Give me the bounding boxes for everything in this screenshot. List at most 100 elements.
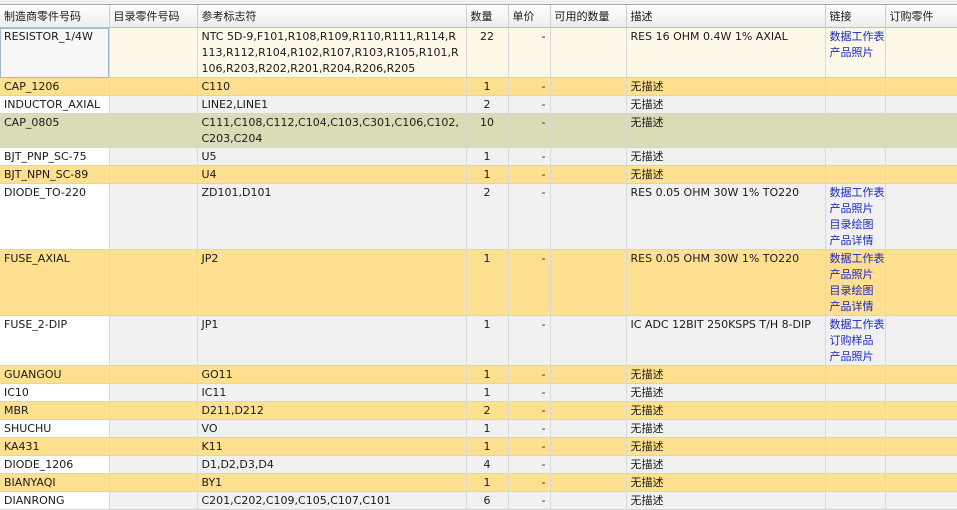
cell-mfr-part[interactable]: DIODE_TO-220 [0,183,110,250]
col-header-order-part[interactable]: 订购零件 [885,5,957,28]
cell-order-part [885,383,957,402]
cell-available [550,401,627,420]
cell-catalog-part [109,249,198,316]
cell-mfr-part[interactable]: KA431 [0,437,110,456]
table-row[interactable]: DIANRONG C201,C202,C109,C105,C107,C101 6- 无… [0,491,957,510]
table-row[interactable]: KA431 K11 1- 无描述 [0,437,957,456]
cell-links [825,419,886,438]
link-item[interactable]: 数据工作表 [830,251,885,267]
cell-mfr-part[interactable]: RESISTOR_1/4W [0,27,110,78]
link-item[interactable]: 产品详情 [830,299,881,315]
table-row[interactable]: MBR D211,D212 2- 无描述 [0,401,957,420]
col-header-unit-price[interactable]: 单价 [508,5,551,28]
col-header-catalog-part[interactable]: 目录零件号码 [109,5,198,28]
cell-qty: 1 [466,473,509,492]
cell-mfr-part[interactable]: BJT_PNP_SC-75 [0,147,110,166]
cell-ref-des: C110 [197,77,467,96]
cell-order-part [885,249,957,316]
cell-catalog-part [109,315,198,366]
cell-links [825,437,886,456]
table-row[interactable]: RESISTOR_1/4W NTC 5D-9,F101,R108,R109,R11… [0,27,957,78]
cell-description: RES 0.05 OHM 30W 1% TO220 [626,183,826,250]
table-row[interactable]: FUSE_2-DIP JP1 1- IC ADC 12BIT 250KSPS T/H … [0,315,957,366]
link-item[interactable]: 产品照片 [830,267,881,283]
table-row[interactable]: CAP_1206 C110 1- 无描述 [0,77,957,96]
cell-ref-des: LINE2,LINE1 [197,95,467,114]
table-row[interactable]: SHUCHU VO 1- 无描述 [0,419,957,438]
cell-order-part [885,401,957,420]
table-row[interactable]: BJT_PNP_SC-75 U5 1- 无描述 [0,147,957,166]
link-item[interactable]: 产品照片 [830,201,881,217]
cell-qty: 2 [466,183,509,250]
cell-unit-price: - [508,27,551,78]
cell-qty: 10 [466,113,509,148]
col-header-links[interactable]: 链接 [825,5,886,28]
cell-unit-price: - [508,455,551,474]
link-item[interactable]: 数据工作表 [830,317,885,333]
cell-ref-des: VO [197,419,467,438]
table-row[interactable]: BIANYAQI BY1 1- 无描述 [0,473,957,492]
cell-mfr-part[interactable]: SHUCHU [0,419,110,438]
table-row[interactable]: DIODE_TO-220 ZD101,D101 2- RES 0.05 OHM 30W… [0,183,957,250]
cell-available [550,491,627,510]
cell-order-part [885,473,957,492]
cell-mfr-part[interactable]: MBR [0,401,110,420]
cell-mfr-part[interactable]: DIODE_1206 [0,455,110,474]
cell-unit-price: - [508,315,551,366]
cell-catalog-part [109,113,198,148]
cell-mfr-part[interactable]: INDUCTOR_AXIAL [0,95,110,114]
col-header-description[interactable]: 描述 [626,5,826,28]
cell-links [825,383,886,402]
table-row[interactable]: GUANGOU GO11 1- 无描述 [0,365,957,384]
cell-mfr-part[interactable]: DIANRONG [0,491,110,510]
cell-mfr-part[interactable]: CAP_0805 [0,113,110,148]
cell-mfr-part[interactable]: CAP_1206 [0,77,110,96]
cell-available [550,249,627,316]
col-header-mfr-part[interactable]: 制造商零件号码 [0,5,110,28]
table-row[interactable]: FUSE_AXIAL JP2 1- RES 0.05 OHM 30W 1% TO220… [0,249,957,316]
cell-order-part [885,315,957,366]
col-header-ref-des[interactable]: 参考标志符 [197,5,467,28]
table-row[interactable]: IC10 IC11 1- 无描述 [0,383,957,402]
cell-order-part [885,95,957,114]
link-item[interactable]: 目录绘图 [830,217,881,233]
cell-mfr-part[interactable]: BJT_NPN_SC-89 [0,165,110,184]
table-row[interactable]: CAP_0805 C111,C108,C112,C104,C103,C301,C1… [0,113,957,148]
cell-order-part [885,77,957,96]
cell-mfr-part[interactable]: BIANYAQI [0,473,110,492]
cell-available [550,473,627,492]
cell-unit-price: - [508,183,551,250]
table-row[interactable]: DIODE_1206 D1,D2,D3,D4 4- 无描述 [0,455,957,474]
cell-description: 无描述 [626,77,826,96]
link-item[interactable]: 数据工作表 [830,29,885,45]
cell-ref-des: U4 [197,165,467,184]
cell-mfr-part[interactable]: IC10 [0,383,110,402]
cell-mfr-part[interactable]: GUANGOU [0,365,110,384]
cell-description: 无描述 [626,455,826,474]
cell-available [550,27,627,78]
cell-qty: 1 [466,165,509,184]
cell-qty: 1 [466,419,509,438]
link-item[interactable]: 目录绘图 [830,283,881,299]
cell-unit-price: - [508,95,551,114]
cell-catalog-part [109,147,198,166]
link-item[interactable]: 产品详情 [830,233,881,249]
link-item[interactable]: 订购样品 [830,333,881,349]
cell-catalog-part [109,77,198,96]
link-item[interactable]: 产品照片 [830,349,881,365]
cell-mfr-part[interactable]: FUSE_2-DIP [0,315,110,366]
table-row[interactable]: INDUCTOR_AXIAL LINE2,LINE1 2- 无描述 [0,95,957,114]
cell-unit-price: - [508,77,551,96]
link-item[interactable]: 产品照片 [830,45,881,61]
table-row[interactable]: BJT_NPN_SC-89 U4 1- 无描述 [0,165,957,184]
cell-links: 数据工作表 产品照片 目录绘图 产品详情 [825,183,886,250]
link-item[interactable]: 数据工作表 [830,185,885,201]
cell-description: 无描述 [626,437,826,456]
cell-description: 无描述 [626,95,826,114]
cell-unit-price: - [508,165,551,184]
cell-links [825,455,886,474]
col-header-qty[interactable]: 数量 [466,5,509,28]
cell-mfr-part[interactable]: FUSE_AXIAL [0,249,110,316]
col-header-available[interactable]: 可用的数量 [550,5,627,28]
cell-available [550,95,627,114]
